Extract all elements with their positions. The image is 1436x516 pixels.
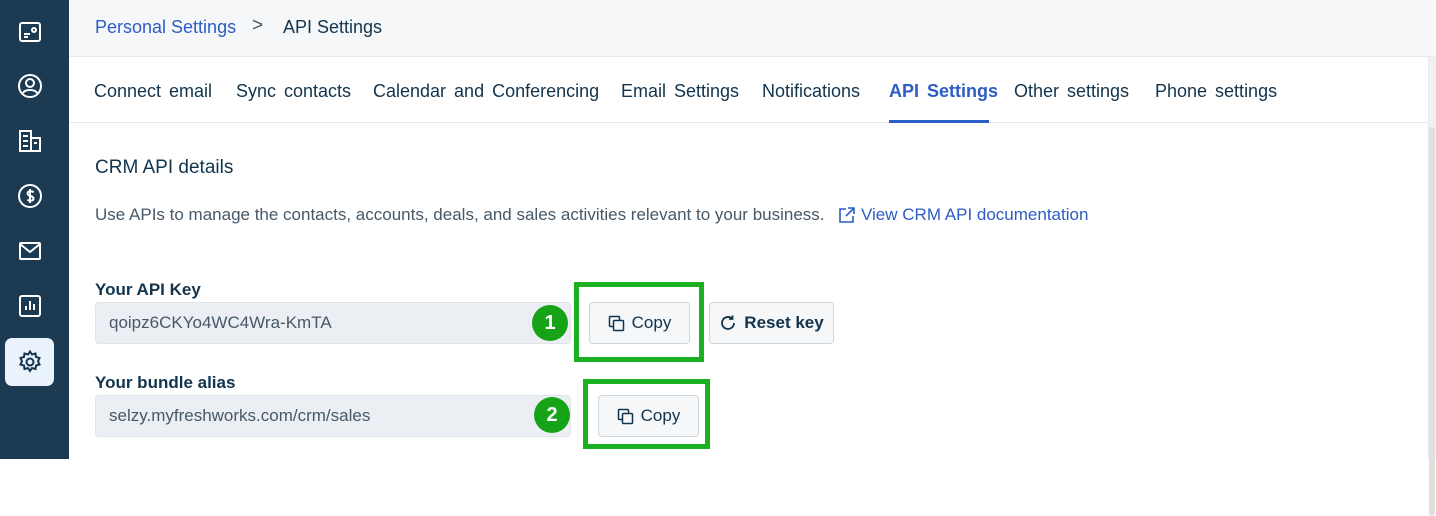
email-icon[interactable] bbox=[12, 233, 48, 269]
tab-sync-contacts[interactable]: Sync contacts bbox=[236, 81, 351, 102]
tab-connect-email[interactable]: Connect email bbox=[94, 81, 212, 102]
step-badge-2: 2 bbox=[534, 397, 570, 433]
tab-calendar-conferencing[interactable]: Calendar and Conferencing bbox=[373, 81, 599, 102]
bundle-alias-field: selzy.myfreshworks.com/crm/sales bbox=[95, 395, 571, 437]
api-key-label: Your API Key bbox=[95, 280, 201, 299]
crm-api-doc-link[interactable]: View CRM API documentation bbox=[838, 205, 1088, 225]
doc-link-label: View CRM API documentation bbox=[861, 205, 1089, 224]
breadcrumb-current: API Settings bbox=[283, 17, 383, 37]
deals-icon[interactable] bbox=[12, 178, 48, 214]
reset-key-button[interactable]: Reset key bbox=[709, 302, 834, 344]
settings-tabs: Connect email Sync contacts Calendar and… bbox=[69, 57, 1428, 123]
reports-icon[interactable] bbox=[12, 288, 48, 324]
copy-label: Copy bbox=[640, 406, 681, 425]
bundle-alias-value: selzy.myfreshworks.com/crm/sales bbox=[109, 406, 371, 425]
accounts-icon[interactable] bbox=[12, 123, 48, 159]
api-key-field: qoipz6CKYo4WC4Wra-KmTA bbox=[95, 302, 571, 344]
tab-notifications[interactable]: Notifications bbox=[762, 81, 860, 102]
step-badge-1: 1 bbox=[532, 305, 568, 341]
breadcrumb-personal-settings[interactable]: Personal Settings bbox=[95, 17, 236, 38]
section-title: CRM API details bbox=[95, 157, 234, 178]
breadcrumb-chevron-icon: > bbox=[252, 15, 264, 36]
copy-api-key-button[interactable]: Copy bbox=[589, 302, 690, 344]
refresh-icon bbox=[721, 315, 736, 330]
dashboard-icon[interactable] bbox=[12, 14, 48, 50]
tab-other-settings[interactable]: Other settings bbox=[1014, 81, 1129, 102]
api-key-value: qoipz6CKYo4WC4Wra-KmTA bbox=[109, 313, 332, 332]
scrollbar-thumb[interactable] bbox=[1429, 127, 1435, 516]
copy-icon bbox=[617, 408, 633, 424]
api-description: Use APIs to manage the contacts, account… bbox=[95, 205, 825, 224]
active-tab-indicator bbox=[889, 120, 989, 123]
bundle-alias-label: Your bundle alias bbox=[95, 373, 236, 392]
breadcrumb: Personal Settings > API Settings bbox=[69, 0, 1436, 57]
copy-label: Copy bbox=[631, 313, 672, 332]
scrollbar[interactable] bbox=[1428, 57, 1436, 516]
tab-phone-settings[interactable]: Phone settings bbox=[1155, 81, 1277, 102]
copy-icon bbox=[608, 315, 624, 331]
sidebar bbox=[0, 0, 69, 459]
contacts-icon[interactable] bbox=[12, 68, 48, 104]
external-link-icon bbox=[839, 206, 855, 223]
reset-key-label: Reset key bbox=[744, 313, 824, 332]
tab-api-settings[interactable]: API Settings bbox=[889, 81, 998, 102]
copy-bundle-alias-button[interactable]: Copy bbox=[598, 395, 699, 437]
tab-email-settings[interactable]: Email Settings bbox=[621, 81, 739, 102]
settings-icon[interactable] bbox=[5, 338, 54, 386]
